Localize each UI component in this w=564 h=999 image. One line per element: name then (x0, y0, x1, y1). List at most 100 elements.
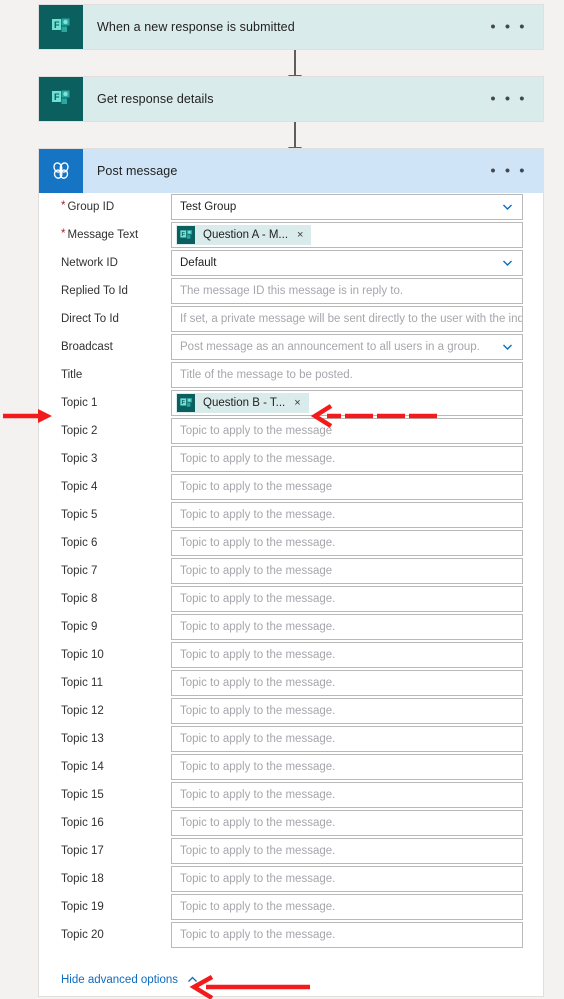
form-field-row: Topic 4 Topic to apply to the message (39, 473, 543, 501)
field-dropdown[interactable]: Test Group (171, 194, 523, 220)
field-label: Topic 19 (61, 901, 171, 913)
microsoft-forms-icon: F (39, 5, 83, 49)
form-field-row: Topic 15 Topic to apply to the message. (39, 781, 543, 809)
chevron-down-icon[interactable] (501, 341, 514, 354)
field-placeholder: Topic to apply to the message. (180, 537, 336, 549)
yammer-icon (39, 149, 83, 193)
field-text-input[interactable]: The message ID this message is in reply … (171, 278, 523, 304)
field-label-text: Topic 2 (61, 425, 98, 437)
field-text-input[interactable]: If set, a private message will be sent d… (171, 306, 523, 332)
form-field-row: Topic 18 Topic to apply to the message. (39, 865, 543, 893)
form-field-row: * Message Text F Question A - M... × (39, 221, 543, 249)
overflow-menu-icon[interactable]: • • • (490, 20, 527, 35)
field-label-text: Topic 16 (61, 817, 104, 829)
field-text-input[interactable]: Topic to apply to the message. (171, 894, 523, 920)
field-label-text: Topic 20 (61, 929, 104, 941)
field-text-input[interactable]: Topic to apply to the message. (171, 446, 523, 472)
field-dropdown[interactable]: Post message as an announcement to all u… (171, 334, 523, 360)
field-placeholder: Topic to apply to the message. (180, 873, 336, 885)
field-label-text: Broadcast (61, 341, 113, 353)
chevron-down-icon[interactable] (501, 257, 514, 270)
field-text-input[interactable]: Topic to apply to the message (171, 558, 523, 584)
field-label: * Message Text (61, 229, 171, 241)
field-placeholder: Topic to apply to the message. (180, 649, 336, 661)
field-label-text: Topic 5 (61, 509, 98, 521)
form-field-row: Topic 20 Topic to apply to the message. (39, 921, 543, 949)
overflow-menu-icon[interactable]: • • • (490, 92, 527, 107)
required-indicator: * (61, 228, 66, 241)
field-text-input[interactable]: Topic to apply to the message. (171, 586, 523, 612)
field-text-input[interactable]: Topic to apply to the message. (171, 530, 523, 556)
field-text-input[interactable]: Topic to apply to the message (171, 418, 523, 444)
field-label: Topic 17 (61, 845, 171, 857)
form-field-row: Topic 11 Topic to apply to the message. (39, 669, 543, 697)
form-field-row: Topic 17 Topic to apply to the message. (39, 837, 543, 865)
field-text-input[interactable]: Topic to apply to the message. (171, 642, 523, 668)
required-indicator: * (61, 200, 66, 213)
field-text-input[interactable]: Topic to apply to the message. (171, 866, 523, 892)
field-label: Network ID (61, 257, 171, 269)
svg-text:F: F (54, 92, 60, 102)
field-label-text: Network ID (61, 257, 118, 269)
field-label-text: Group ID (67, 201, 115, 213)
form-field-row: Topic 19 Topic to apply to the message. (39, 893, 543, 921)
flow-step-card-get-response[interactable]: F Get response details • • • (38, 76, 544, 122)
form-field-row: Topic 1 F Question B - T... × (39, 389, 543, 417)
field-placeholder: Topic to apply to the message (180, 425, 333, 437)
field-text-input[interactable]: Topic to apply to the message. (171, 726, 523, 752)
advanced-options-toggle-row[interactable]: Hide advanced options (39, 959, 543, 996)
form-field-row: Broadcast Post message as an announcement… (39, 333, 543, 361)
form-field-row: Topic 2 Topic to apply to the message (39, 417, 543, 445)
field-text-input[interactable]: Topic to apply to the message. (171, 614, 523, 640)
field-placeholder: Topic to apply to the message. (180, 845, 336, 857)
token-label: Question A - M... (203, 229, 289, 241)
token-remove-icon[interactable]: × (294, 397, 300, 409)
svg-text:F: F (181, 232, 185, 238)
form-field-row: Topic 9 Topic to apply to the message. (39, 613, 543, 641)
dynamic-content-token[interactable]: F Question B - T... × (176, 393, 309, 413)
post-message-form-body: * Group ID Test Group * Message Text F Questio… (39, 193, 543, 959)
field-label-text: Topic 19 (61, 901, 104, 913)
form-field-row: Network ID Default (39, 249, 543, 277)
field-text-input[interactable]: Topic to apply to the message. (171, 838, 523, 864)
field-token-input[interactable]: F Question A - M... × (171, 222, 523, 248)
overflow-menu-icon[interactable]: • • • (490, 164, 527, 179)
token-remove-icon[interactable]: × (297, 229, 303, 241)
flow-step-card-trigger[interactable]: F When a new response is submitted • • • (38, 4, 544, 50)
field-text-input[interactable]: Topic to apply to the message (171, 474, 523, 500)
field-placeholder: Topic to apply to the message. (180, 761, 336, 773)
flow-step-card-post-message[interactable]: Post message • • • * Group ID Test Group * M… (38, 148, 544, 997)
field-label-text: Topic 12 (61, 705, 104, 717)
field-text-input[interactable]: Topic to apply to the message. (171, 502, 523, 528)
field-dropdown[interactable]: Default (171, 250, 523, 276)
field-label: Topic 11 (61, 677, 171, 689)
field-text-input[interactable]: Topic to apply to the message. (171, 782, 523, 808)
hide-advanced-options-link[interactable]: Hide advanced options (61, 974, 178, 986)
field-text-input[interactable]: Topic to apply to the message. (171, 754, 523, 780)
chevron-up-icon[interactable] (186, 973, 199, 986)
field-placeholder: Topic to apply to the message. (180, 705, 336, 717)
svg-text:F: F (181, 400, 185, 406)
card-header-post-message[interactable]: Post message • • • (39, 149, 543, 193)
field-text-input[interactable]: Title of the message to be posted. (171, 362, 523, 388)
field-text-input[interactable]: Topic to apply to the message. (171, 810, 523, 836)
card-header-trigger[interactable]: F When a new response is submitted • • • (39, 5, 543, 49)
card-title-get-response: Get response details (97, 92, 214, 106)
card-header-get-response[interactable]: F Get response details • • • (39, 77, 543, 121)
microsoft-forms-icon: F (177, 226, 195, 244)
field-token-input[interactable]: F Question B - T... × (171, 390, 523, 416)
microsoft-forms-icon: F (177, 394, 195, 412)
field-label-text: Topic 6 (61, 537, 98, 549)
flow-designer-canvas: F When a new response is submitted • • •… (0, 0, 564, 999)
field-label: Topic 16 (61, 817, 171, 829)
field-text-input[interactable]: Topic to apply to the message. (171, 698, 523, 724)
field-placeholder: Topic to apply to the message (180, 481, 333, 493)
dynamic-content-token[interactable]: F Question A - M... × (176, 225, 312, 245)
field-label-text: Topic 8 (61, 593, 98, 605)
chevron-down-icon[interactable] (501, 201, 514, 214)
field-label-text: Topic 3 (61, 453, 98, 465)
field-label-text: Topic 9 (61, 621, 98, 633)
field-text-input[interactable]: Topic to apply to the message. (171, 670, 523, 696)
field-label: Topic 8 (61, 593, 171, 605)
field-text-input[interactable]: Topic to apply to the message. (171, 922, 523, 948)
